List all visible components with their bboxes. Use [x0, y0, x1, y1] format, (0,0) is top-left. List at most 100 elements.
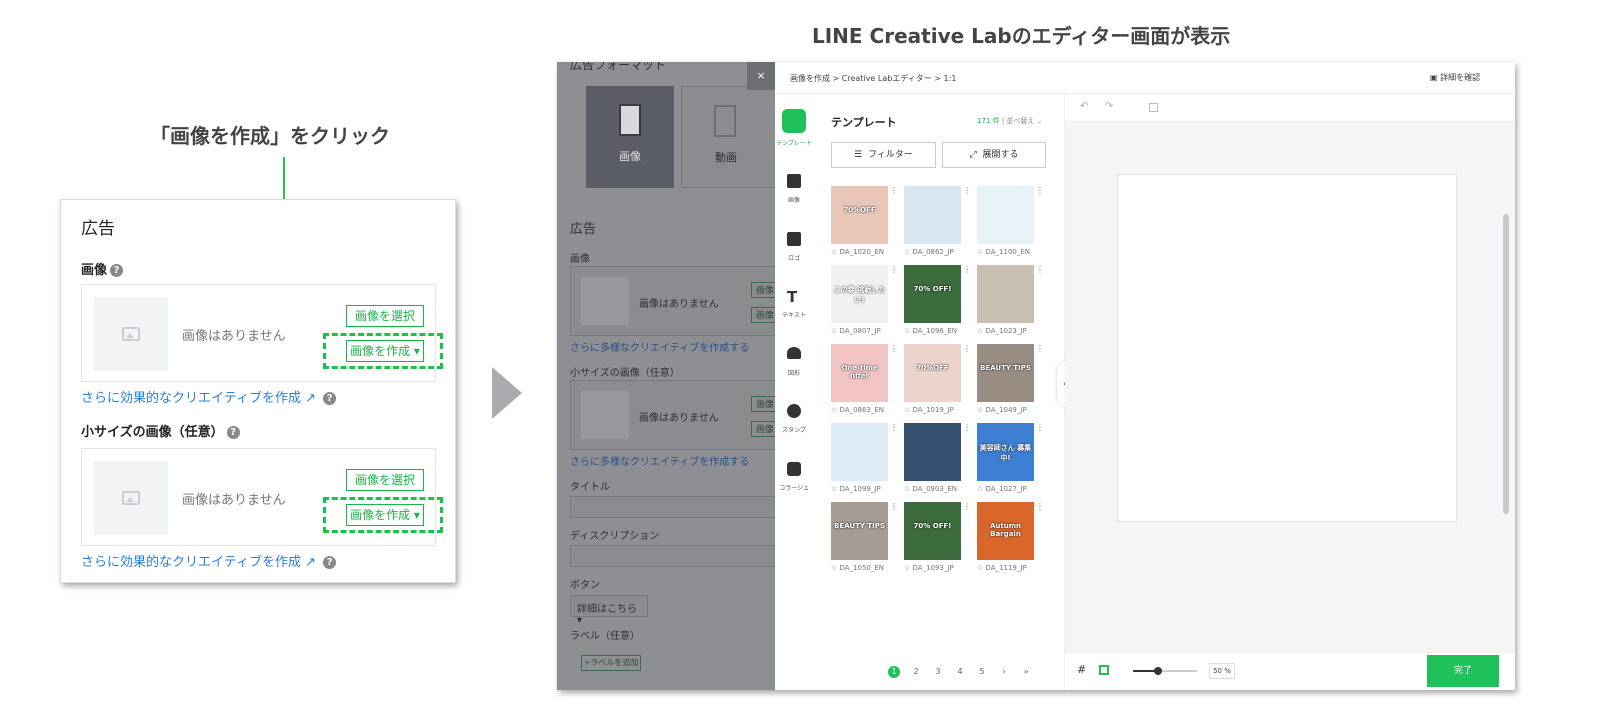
redo-icon[interactable]: ↷: [1105, 101, 1113, 112]
template-thumbnail[interactable]: [904, 186, 961, 244]
template-card[interactable]: Autumn Bargain ⋮ ☆ DA_1119_JP: [977, 502, 1044, 572]
template-thumbnail[interactable]: [831, 423, 888, 481]
template-card[interactable]: 70%OFF ⋮ ☆ DA_1020_EN: [831, 186, 898, 256]
template-card[interactable]: ⋮ ☆ DA_1099_JP: [831, 423, 898, 493]
template-card[interactable]: ⋮ ☆ DA_0862_JP: [904, 186, 971, 256]
template-thumbnail[interactable]: [977, 186, 1034, 244]
template-card[interactable]: BEAUTY TIPS ⋮ ☆ DA_1049_JP: [977, 344, 1044, 414]
more-icon[interactable]: ⋮: [1036, 265, 1044, 274]
page-link[interactable]: 1: [888, 666, 900, 678]
template-thumbnail[interactable]: Autumn Bargain: [977, 502, 1034, 560]
template-card[interactable]: 70%OFF ⋮ ☆ DA_1019_JP: [904, 344, 971, 414]
help-icon[interactable]: ?: [323, 392, 337, 405]
more-icon[interactable]: ⋮: [890, 502, 898, 511]
page-link[interactable]: »: [1020, 666, 1032, 678]
shape-icon[interactable]: [787, 347, 801, 359]
template-card[interactable]: 70% OFF! ⋮ ☆ DA_1093_JP: [904, 502, 971, 572]
zoom-value[interactable]: 50 %: [1209, 663, 1235, 679]
template-thumbnail[interactable]: 70% OFF!: [904, 502, 961, 560]
help-icon[interactable]: ?: [323, 556, 337, 569]
star-icon[interactable]: ☆: [977, 248, 986, 256]
star-icon[interactable]: ☆: [831, 406, 840, 414]
template-thumbnail[interactable]: 70%OFF: [831, 186, 888, 244]
star-icon[interactable]: ☆: [977, 485, 986, 493]
star-icon[interactable]: ☆: [904, 406, 913, 414]
star-icon[interactable]: ☆: [977, 564, 986, 572]
logo-icon[interactable]: [787, 232, 801, 246]
scrollbar[interactable]: [1503, 214, 1509, 514]
zoom-slider[interactable]: [1133, 667, 1197, 675]
details-link[interactable]: ▣ 詳細を確認: [1430, 72, 1480, 83]
layer-checkbox-icon[interactable]: [1149, 103, 1158, 112]
page-link[interactable]: 4: [954, 666, 966, 678]
template-thumbnail[interactable]: 美容師さん 募集中!: [977, 423, 1034, 481]
more-icon[interactable]: ⋮: [890, 186, 898, 195]
more-icon[interactable]: ⋮: [963, 344, 971, 353]
page-link[interactable]: 2: [910, 666, 922, 678]
template-card[interactable]: 70% OFF! ⋮ ☆ DA_1096_EN: [904, 265, 971, 335]
bg-button-select[interactable]: 詳細はこちら ▾: [570, 595, 648, 626]
template-icon[interactable]: [782, 109, 806, 133]
select-image-button[interactable]: 画像を選択: [346, 469, 424, 491]
star-icon[interactable]: ☆: [977, 327, 986, 335]
template-card[interactable]: この春 挑戦したい! ⋮ ☆ DA_0807_JP: [831, 265, 898, 335]
help-icon[interactable]: ?: [110, 264, 124, 277]
star-icon[interactable]: ☆: [904, 564, 913, 572]
template-card[interactable]: ⋮ ☆ DA_1100_EN: [977, 186, 1044, 256]
template-thumbnail[interactable]: One-time offer: [831, 344, 888, 402]
template-thumbnail[interactable]: 70%OFF: [904, 344, 961, 402]
template-card[interactable]: BEAUTY TIPS ⋮ ☆ DA_1050_EN: [831, 502, 898, 572]
star-icon[interactable]: ☆: [831, 327, 840, 335]
star-icon[interactable]: ☆: [831, 564, 840, 572]
select-image-button[interactable]: 画像を選択: [346, 305, 424, 327]
star-icon[interactable]: ☆: [977, 406, 986, 414]
text-icon[interactable]: T: [787, 288, 797, 306]
layout-icon[interactable]: [1099, 665, 1109, 675]
more-icon[interactable]: ⋮: [1036, 344, 1044, 353]
more-icon[interactable]: ⋮: [890, 344, 898, 353]
format-video-card[interactable]: 動画: [681, 86, 777, 188]
more-icon[interactable]: ⋮: [1036, 186, 1044, 195]
zoom-slider-handle[interactable]: [1154, 667, 1162, 675]
expand-button[interactable]: ⤢ 展開する: [942, 142, 1046, 168]
undo-icon[interactable]: ↶: [1080, 101, 1088, 112]
more-icon[interactable]: ⋮: [890, 423, 898, 432]
template-card[interactable]: 美容師さん 募集中! ⋮ ☆ DA_1027_JP: [977, 423, 1044, 493]
star-icon[interactable]: ☆: [904, 327, 913, 335]
star-icon[interactable]: ☆: [904, 248, 913, 256]
template-card[interactable]: ⋮ ☆ DA_1023_JP: [977, 265, 1044, 335]
more-icon[interactable]: ⋮: [1036, 423, 1044, 432]
create-image-button[interactable]: 画像を作成 ▾: [346, 504, 424, 526]
bg-title-input[interactable]: [570, 496, 780, 518]
page-link[interactable]: 5: [976, 666, 988, 678]
more-icon[interactable]: ⋮: [963, 186, 971, 195]
template-thumbnail[interactable]: [977, 265, 1034, 323]
template-thumbnail[interactable]: BEAUTY TIPS: [831, 502, 888, 560]
more-icon[interactable]: ⋮: [963, 423, 971, 432]
template-card[interactable]: One-time offer ⋮ ☆ DA_0863_EN: [831, 344, 898, 414]
template-thumbnail[interactable]: BEAUTY TIPS: [977, 344, 1034, 402]
sticker-icon[interactable]: [787, 404, 801, 418]
done-button[interactable]: 完了: [1427, 655, 1499, 687]
star-icon[interactable]: ☆: [831, 248, 840, 256]
page-link[interactable]: ›: [998, 666, 1010, 678]
filter-button[interactable]: ☰ フィルター: [831, 142, 936, 168]
close-button[interactable]: ×: [747, 62, 775, 90]
more-icon[interactable]: ⋮: [1036, 502, 1044, 511]
create-image-button[interactable]: 画像を作成 ▾: [346, 340, 424, 362]
bg-more-link[interactable]: さらに多様なクリエイティブを作成する: [570, 339, 749, 354]
format-image-card[interactable]: 画像: [586, 86, 674, 188]
collage-icon[interactable]: [787, 462, 801, 476]
design-canvas[interactable]: [1117, 174, 1457, 522]
image-icon[interactable]: [787, 174, 801, 188]
template-thumbnail[interactable]: [904, 423, 961, 481]
create-creative-link[interactable]: さらに効果的なクリエイティブを作成 ↗ ?: [81, 387, 337, 406]
template-thumbnail[interactable]: この春 挑戦したい!: [831, 265, 888, 323]
help-icon[interactable]: ?: [226, 426, 240, 439]
template-thumbnail[interactable]: 70% OFF!: [904, 265, 961, 323]
bg-add-label-button[interactable]: +ラベルを追加: [581, 655, 641, 671]
more-icon[interactable]: ⋮: [963, 265, 971, 274]
more-icon[interactable]: ⋮: [890, 265, 898, 274]
create-creative-link[interactable]: さらに効果的なクリエイティブを作成 ↗ ?: [81, 551, 337, 570]
grid-icon[interactable]: #: [1077, 663, 1086, 676]
